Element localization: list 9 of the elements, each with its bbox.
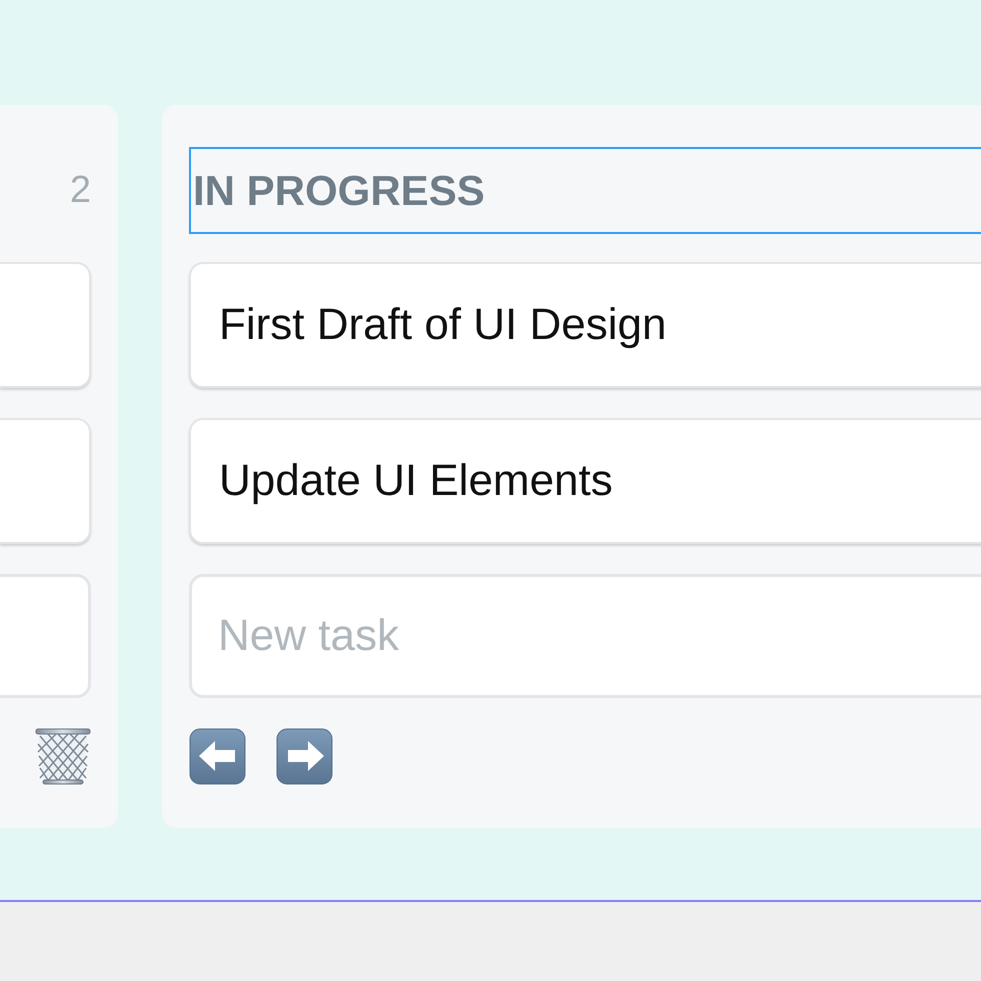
trash-icon[interactable] xyxy=(34,728,91,785)
task-card[interactable]: First Draft of UI Design xyxy=(189,262,981,388)
new-task-field[interactable] xyxy=(0,574,91,698)
task-card[interactable]: Update UI Elements xyxy=(189,418,981,544)
right-arrow-button[interactable] xyxy=(276,728,333,785)
new-task-field[interactable]: New task xyxy=(189,574,981,698)
left-arrow-button[interactable] xyxy=(189,728,246,785)
task-count: 2 xyxy=(70,168,91,213)
column-title-field[interactable]: IN PROGRESS xyxy=(189,147,981,234)
